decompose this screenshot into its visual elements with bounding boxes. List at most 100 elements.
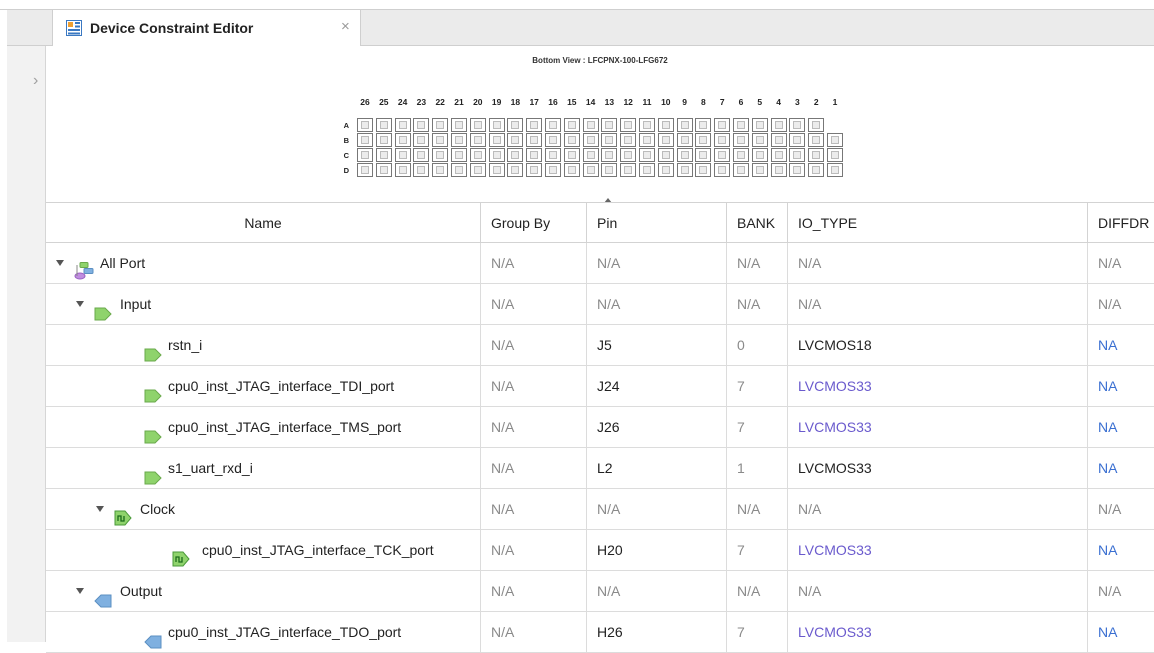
cell-pin[interactable]: H20 <box>587 530 727 570</box>
package-ball[interactable] <box>432 148 449 162</box>
package-ball[interactable] <box>488 148 505 162</box>
package-ball[interactable] <box>639 163 655 177</box>
package-ball[interactable] <box>432 118 449 132</box>
package-ball[interactable] <box>488 118 505 132</box>
package-ball[interactable] <box>676 163 693 177</box>
package-ball[interactable] <box>827 148 843 162</box>
package-ball[interactable] <box>357 148 373 162</box>
package-ball[interactable] <box>451 148 467 162</box>
package-ball[interactable] <box>770 148 787 162</box>
package-ball[interactable] <box>733 163 749 177</box>
package-ball[interactable] <box>751 163 768 177</box>
table-row[interactable]: cpu0_inst_JTAG_interface_TMS_port N/A J26 7… <box>46 407 1154 448</box>
package-ball[interactable] <box>451 118 467 132</box>
cell-bank[interactable]: N/A <box>727 571 788 611</box>
package-ball[interactable] <box>507 148 524 162</box>
package-ball[interactable] <box>451 163 467 177</box>
expand-toggle-icon[interactable] <box>56 260 64 266</box>
cell-pin[interactable]: J5 <box>587 325 727 365</box>
header-bank[interactable]: BANK <box>727 203 788 243</box>
table-row[interactable]: s1_uart_rxd_i N/A L2 1 LVCMOS33 NA <box>46 448 1154 489</box>
table-row[interactable]: Clock N/A N/A N/A N/A N/A <box>46 489 1154 530</box>
package-ball[interactable] <box>545 118 561 132</box>
package-ball[interactable] <box>639 118 655 132</box>
package-ball[interactable] <box>563 118 580 132</box>
table-row[interactable]: cpu0_inst_JTAG_interface_TDO_port N/A H26 7… <box>46 612 1154 653</box>
cell-bank[interactable]: 7 <box>727 407 788 447</box>
package-ball[interactable] <box>357 133 373 147</box>
package-ball[interactable] <box>469 148 486 162</box>
package-ball[interactable] <box>413 163 430 177</box>
package-ball[interactable] <box>545 163 561 177</box>
expand-toggle-icon[interactable] <box>76 588 84 594</box>
cell-diffdrive[interactable]: N/A <box>1088 571 1154 611</box>
cell-diffdrive[interactable]: NA <box>1088 530 1154 570</box>
package-ball[interactable] <box>827 163 843 177</box>
cell-pin[interactable]: J26 <box>587 407 727 447</box>
cell-io-type[interactable]: LVCMOS33 <box>788 530 1088 570</box>
cell-bank[interactable]: 1 <box>727 448 788 488</box>
package-ball[interactable] <box>714 118 731 132</box>
package-ball[interactable] <box>375 133 392 147</box>
cell-io-type[interactable]: N/A <box>788 243 1088 283</box>
cell-io-type[interactable]: LVCMOS33 <box>788 612 1088 652</box>
cell-io-type[interactable]: LVCMOS33 <box>788 448 1088 488</box>
cell-group-by[interactable]: N/A <box>481 448 587 488</box>
cell-group-by[interactable]: N/A <box>481 571 587 611</box>
package-ball[interactable] <box>469 118 486 132</box>
package-ball[interactable] <box>526 163 543 177</box>
cell-diffdrive[interactable]: N/A <box>1088 243 1154 283</box>
cell-io-type[interactable]: N/A <box>788 284 1088 324</box>
package-ball[interactable] <box>751 148 768 162</box>
package-ball[interactable] <box>488 133 505 147</box>
package-ball[interactable] <box>733 148 749 162</box>
package-ball[interactable] <box>357 118 373 132</box>
package-ball[interactable] <box>432 163 449 177</box>
cell-diffdrive[interactable]: NA <box>1088 325 1154 365</box>
package-ball[interactable] <box>375 118 392 132</box>
package-ball[interactable] <box>695 118 712 132</box>
cell-bank[interactable]: N/A <box>727 284 788 324</box>
close-icon[interactable]: × <box>341 18 350 35</box>
package-ball[interactable] <box>657 118 674 132</box>
cell-io-type[interactable]: LVCMOS18 <box>788 325 1088 365</box>
package-ball[interactable] <box>770 163 787 177</box>
package-ball[interactable] <box>789 148 806 162</box>
package-ball[interactable] <box>563 133 580 147</box>
cell-io-type[interactable]: LVCMOS33 <box>788 366 1088 406</box>
cell-diffdrive[interactable]: NA <box>1088 366 1154 406</box>
package-ball[interactable] <box>413 148 430 162</box>
package-ball[interactable] <box>789 118 806 132</box>
package-ball[interactable] <box>526 133 543 147</box>
cell-bank[interactable]: 0 <box>727 325 788 365</box>
package-ball[interactable] <box>751 118 768 132</box>
package-ball[interactable] <box>526 148 543 162</box>
cell-diffdrive[interactable]: NA <box>1088 612 1154 652</box>
package-ball[interactable] <box>770 118 787 132</box>
cell-diffdrive[interactable]: N/A <box>1088 284 1154 324</box>
package-ball[interactable] <box>582 163 599 177</box>
table-row[interactable]: cpu0_inst_JTAG_interface_TDI_port N/A J24 7… <box>46 366 1154 407</box>
package-ball[interactable] <box>751 133 768 147</box>
cell-group-by[interactable]: N/A <box>481 407 587 447</box>
package-ball[interactable] <box>507 118 524 132</box>
package-ball[interactable] <box>413 133 430 147</box>
package-ball[interactable] <box>620 133 637 147</box>
package-ball[interactable] <box>733 133 749 147</box>
package-ball[interactable] <box>714 133 731 147</box>
package-ball[interactable] <box>488 163 505 177</box>
cell-group-by[interactable]: N/A <box>481 489 587 529</box>
package-ball[interactable] <box>789 163 806 177</box>
cell-pin[interactable]: H26 <box>587 612 727 652</box>
cell-diffdrive[interactable]: NA <box>1088 407 1154 447</box>
cell-pin[interactable]: N/A <box>587 571 727 611</box>
cell-bank[interactable]: 7 <box>727 530 788 570</box>
package-ball[interactable] <box>808 163 825 177</box>
header-io-type[interactable]: IO_TYPE <box>788 203 1088 243</box>
package-ball[interactable] <box>394 118 411 132</box>
table-row[interactable]: rstn_i N/A J5 0 LVCMOS18 NA <box>46 325 1154 366</box>
cell-bank[interactable]: N/A <box>727 489 788 529</box>
package-ball[interactable] <box>357 163 373 177</box>
package-ball[interactable] <box>582 133 599 147</box>
cell-pin[interactable]: L2 <box>587 448 727 488</box>
